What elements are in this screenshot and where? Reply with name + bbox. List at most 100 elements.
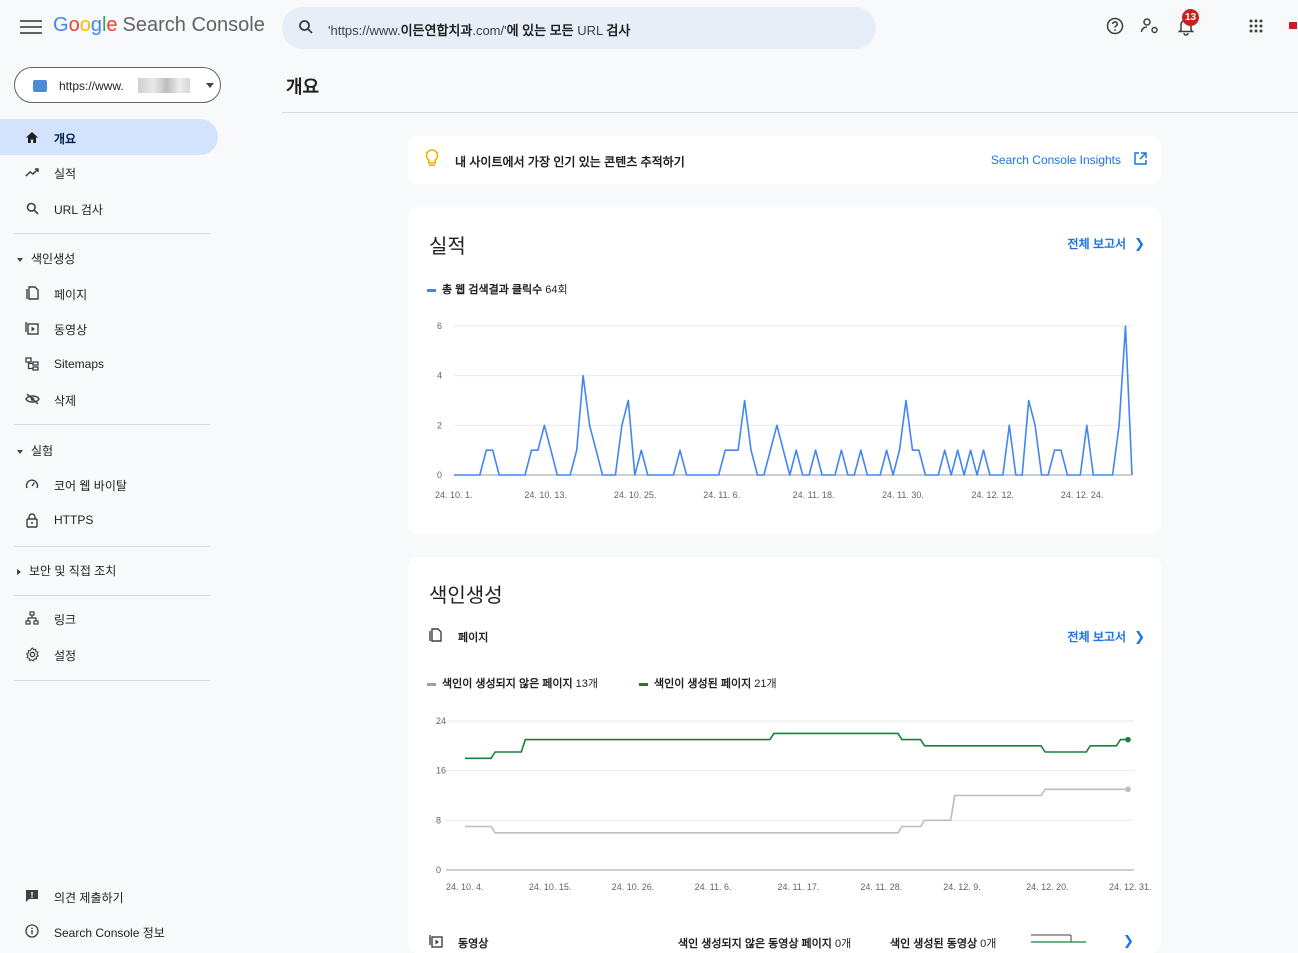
info-icon xyxy=(24,923,40,939)
sitemap-icon xyxy=(24,356,40,372)
legend-swatch xyxy=(639,682,648,686)
search-placeholder: 'https://www.이든연합치과.com/'에 있는 모든 URL 검사 xyxy=(328,23,631,38)
video-not-indexed-stat: 색인 생성되지 않은 동영상 페이지 0개 xyxy=(678,938,852,950)
links-icon xyxy=(24,610,40,626)
not-indexed-legend[interactable]: 색인이 생성되지 않은 페이지 13개 xyxy=(427,675,598,691)
x-tick-label: 24. 10. 26. xyxy=(612,882,655,892)
y-tick-label: 2 xyxy=(437,420,442,430)
sidebar-item-removals[interactable]: 삭제 xyxy=(0,381,218,417)
video-pages-icon xyxy=(429,934,443,953)
insights-card: 내 사이트에서 가장 인기 있는 콘텐츠 추적하기 Search Console… xyxy=(408,136,1161,184)
x-tick-label: 24. 12. 12. xyxy=(971,490,1014,500)
y-tick-label: 4 xyxy=(437,371,442,381)
lock-icon xyxy=(24,512,40,528)
sidebar-divider xyxy=(14,233,210,234)
sidebar-divider xyxy=(14,680,210,681)
help-icon[interactable] xyxy=(1101,12,1129,40)
x-tick-label: 24. 10. 15. xyxy=(529,882,572,892)
pages-icon xyxy=(429,628,442,647)
y-tick-label: 16 xyxy=(436,766,446,776)
account-icon[interactable] xyxy=(1280,12,1298,40)
trending-up-icon xyxy=(24,164,40,180)
home-icon xyxy=(24,129,40,145)
x-tick-label: 24. 12. 24. xyxy=(1061,490,1104,500)
section-security-toggle[interactable]: 보안 및 직접 조치 xyxy=(17,562,116,579)
video-indexed-stat: 색인 생성된 동영상 0개 xyxy=(890,938,997,950)
sidebar-item-links[interactable]: 링크 xyxy=(0,600,218,636)
dropdown-caret-icon xyxy=(206,83,214,88)
x-tick-label: 24. 10. 13. xyxy=(524,490,567,500)
main-menu-icon[interactable] xyxy=(20,16,42,38)
sidebar-item-feedback[interactable]: 의견 제출하기 xyxy=(0,878,218,914)
performance-chart: 0 2 4 6 24. 10. 1. 24. 10. 13. 24. 10. 25. 24. … xyxy=(435,321,1133,500)
chevron-right-icon: ❯ xyxy=(1134,629,1145,644)
section-experience-toggle[interactable]: 실험 xyxy=(17,442,53,459)
sidebar-item-about[interactable]: Search Console 정보 xyxy=(0,913,218,949)
y-tick-label: 0 xyxy=(436,865,441,875)
collapse-arrow-icon xyxy=(17,449,23,454)
video-details-chevron-icon[interactable]: ❯ xyxy=(1123,933,1134,949)
removals-icon xyxy=(24,391,40,407)
sidebar-item-https[interactable]: HTTPS xyxy=(0,502,218,538)
lightbulb-icon xyxy=(425,149,439,174)
indexing-title: 색인생성 xyxy=(429,585,503,607)
open-in-new-icon[interactable] xyxy=(1134,152,1147,170)
property-url: https://www. xyxy=(59,79,124,93)
y-tick-label: 6 xyxy=(437,321,442,331)
site-favicon-icon xyxy=(33,80,47,92)
sidebar: https://www. 개요 실적 URL 검사 색인생성 페이지 동영상 S… xyxy=(0,56,232,953)
x-tick-label: 24. 11. 17. xyxy=(778,882,820,892)
indexing-full-report-link[interactable]: 전체 보고서 ❯ xyxy=(1068,628,1145,645)
video-sparkline xyxy=(1031,934,1086,943)
search-icon xyxy=(24,200,40,216)
x-tick-label: 24. 11. 30. xyxy=(882,490,924,500)
header-divider xyxy=(282,112,1298,113)
indexed-pages-series-line xyxy=(465,732,1128,760)
legend-swatch xyxy=(427,682,436,686)
notifications-icon[interactable]: 13 xyxy=(1172,9,1200,40)
redacted-domain xyxy=(138,78,190,93)
clicks-series-line xyxy=(454,325,1133,476)
x-tick-label: 24. 11. 6. xyxy=(695,882,732,892)
performance-title: 실적 xyxy=(429,236,466,258)
url-inspection-search-bar[interactable]: 'https://www.이든연합치과.com/'에 있는 모든 URL 검사 xyxy=(282,7,876,49)
google-search-console-logo[interactable]: Google Search Console xyxy=(53,14,265,37)
apps-icon[interactable] xyxy=(1242,12,1270,40)
insights-link[interactable]: Search Console Insights xyxy=(991,153,1121,167)
property-selector[interactable]: https://www. xyxy=(14,67,221,103)
x-tick-label: 24. 11. 18. xyxy=(793,490,835,500)
product-name: Search Console xyxy=(122,14,265,36)
feedback-icon xyxy=(24,888,40,904)
y-tick-label: 0 xyxy=(437,470,442,480)
notification-count-badge: 13 xyxy=(1182,9,1200,26)
y-tick-label: 8 xyxy=(436,815,441,825)
x-tick-label: 24. 10. 4. xyxy=(446,882,484,892)
sidebar-divider xyxy=(14,595,210,596)
not-indexed-pages-series-line xyxy=(465,788,1128,834)
indexed-legend[interactable]: 색인이 생성된 페이지 21개 xyxy=(639,675,777,691)
indexing-card: 색인생성 페이지 전체 보고서 ❯ 색인이 생성되지 않은 페이지 13개 색인이… xyxy=(408,557,1161,953)
not-indexed-pages-end-point xyxy=(1125,786,1131,793)
x-tick-label: 24. 12. 31. xyxy=(1109,882,1152,892)
pages-section-label: 페이지 xyxy=(458,632,489,644)
sidebar-item-sitemaps[interactable]: Sitemaps xyxy=(0,346,218,382)
speed-icon xyxy=(24,476,40,492)
insights-text: 내 사이트에서 가장 인기 있는 콘텐츠 추적하기 xyxy=(455,155,685,169)
sidebar-item-core-web-vitals[interactable]: 코어 웹 바이탈 xyxy=(0,466,218,502)
sidebar-item-video-pages[interactable]: 동영상 xyxy=(0,310,218,346)
manage-accounts-icon[interactable] xyxy=(1136,12,1164,40)
section-indexing-toggle[interactable]: 색인생성 xyxy=(17,250,75,267)
pages-icon xyxy=(24,285,40,301)
x-tick-label: 24. 10. 25. xyxy=(614,490,657,500)
indexing-chart: 0 8 16 24 24. 10. 4. 24. 10. 15. 24. 10. 26. 24… xyxy=(436,716,1152,892)
x-tick-label: 24. 12. 9. xyxy=(943,882,981,892)
video-pages-icon xyxy=(24,320,40,336)
sidebar-item-settings[interactable]: 설정 xyxy=(0,636,218,672)
performance-full-report-link[interactable]: 전체 보고서 ❯ xyxy=(1068,235,1145,252)
sidebar-item-url-inspection[interactable]: URL 검사 xyxy=(0,190,218,226)
chevron-right-icon: ❯ xyxy=(1134,236,1145,251)
sidebar-item-performance[interactable]: 실적 xyxy=(0,154,218,190)
sidebar-item-overview[interactable]: 개요 xyxy=(0,119,218,155)
sidebar-item-pages[interactable]: 페이지 xyxy=(0,275,218,311)
clicks-legend[interactable]: 총 웹 검색결과 클릭수 64회 xyxy=(427,281,568,297)
